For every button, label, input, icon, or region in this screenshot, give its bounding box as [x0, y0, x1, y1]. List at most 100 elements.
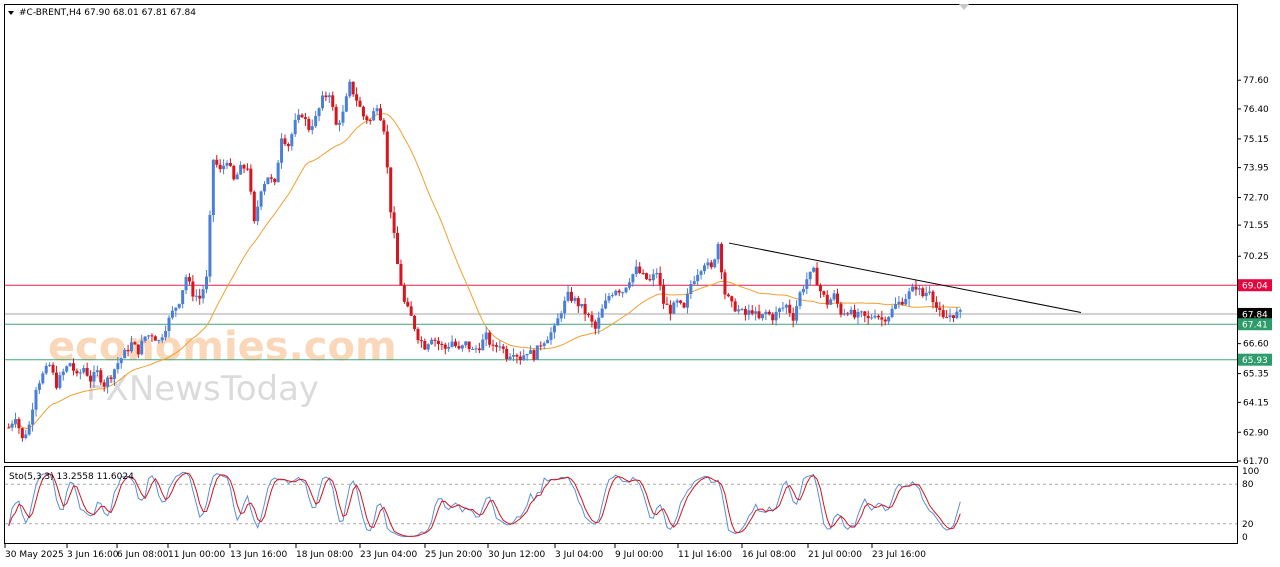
candle-bear [494, 345, 498, 347]
candle-bull [689, 284, 693, 295]
candle-bear [743, 308, 747, 315]
candle-bull [447, 346, 451, 349]
y-tick-label: 70.25 [1243, 252, 1269, 262]
candle-bull [184, 277, 188, 291]
candle-bear [662, 285, 666, 304]
price-chart[interactable]: economies.com FXNewsToday 77.60 76.40 75.1… [0, 0, 1280, 567]
candle-bull [106, 377, 110, 387]
candle-bear [409, 306, 413, 316]
candle-bear [416, 329, 420, 341]
candle-bull [167, 317, 171, 332]
candle-bull [508, 356, 512, 360]
candle-bull [958, 310, 962, 312]
candle-bull [610, 295, 614, 297]
x-tick-label: 23 Jul 16:00 [872, 550, 926, 560]
candle-bull [808, 271, 812, 280]
candle-bull [924, 292, 928, 297]
candle-bear [228, 162, 232, 166]
candle-bear [382, 120, 386, 132]
candle-bull [856, 312, 860, 318]
y-tick-label: 75.15 [1243, 135, 1269, 145]
candle-bull [338, 122, 342, 125]
candle-bull [655, 273, 659, 275]
candle-bull [310, 126, 314, 130]
candle-bull [702, 265, 706, 272]
candle-bull [716, 243, 720, 260]
candle-bull [37, 383, 41, 390]
candle-bull [675, 300, 679, 303]
candle-bull [256, 206, 260, 222]
candle-bull [624, 287, 628, 293]
candle-bear [883, 319, 887, 322]
candle-bull [890, 308, 894, 318]
candle-bear [89, 375, 93, 382]
candle-bull [634, 266, 638, 275]
candle-bear [518, 356, 522, 361]
candle-bear [51, 364, 55, 373]
candle-bull [225, 162, 229, 166]
candle-bull [631, 274, 635, 283]
candle-bull [320, 95, 324, 109]
oscillator-axis: 100 80 20 0 [1242, 467, 1259, 543]
candle-bull [82, 368, 86, 373]
candle-bear [72, 363, 76, 371]
candle-bull [795, 306, 799, 321]
candle-bull [754, 311, 758, 314]
candle-bear [648, 279, 652, 281]
candle-bear [645, 273, 649, 280]
y-tick-label: 71.55 [1243, 221, 1269, 231]
candle-bull [525, 353, 529, 356]
candle-bear [638, 266, 642, 273]
candle-bear [750, 310, 754, 314]
candle-bull [372, 111, 376, 121]
x-tick-label: 11 Jul 16:00 [678, 550, 732, 560]
candle-bear [641, 272, 645, 274]
candle-bear [569, 291, 573, 301]
candle-bear [365, 116, 369, 121]
candle-bear [218, 164, 222, 170]
candle-bull [194, 295, 198, 297]
candle-bull [276, 162, 280, 183]
candle-bear [900, 301, 904, 305]
candle-bull [546, 339, 550, 344]
candle-bull [460, 345, 464, 349]
candle-bull [348, 81, 352, 97]
candle-bull [123, 349, 127, 359]
candle-bull [65, 366, 69, 372]
osc-tick-label: 100 [1242, 467, 1259, 477]
candle-bull [566, 291, 570, 301]
candle-bull [812, 267, 816, 272]
candle-bear [423, 340, 427, 350]
candle-bear [300, 114, 304, 118]
candle-bear [286, 144, 290, 147]
candle-bull [61, 371, 65, 376]
x-tick-label: 21 Jul 00:00 [808, 550, 862, 560]
candle-bull [14, 419, 18, 424]
y-tick-label: 66.60 [1243, 340, 1269, 350]
candle-bear [20, 428, 24, 439]
candle-bear [454, 341, 458, 347]
candle-bear [361, 106, 365, 117]
candle-bull [529, 350, 533, 354]
candle-bull [293, 120, 297, 135]
candle-bull [317, 108, 321, 117]
candle-bull [651, 274, 655, 281]
candle-bull [314, 116, 318, 127]
osc-tick-label: 0 [1242, 533, 1248, 543]
candle-bull [471, 348, 475, 350]
candle-bear [914, 286, 918, 290]
candle-bull [481, 339, 485, 351]
candle-bull [764, 311, 768, 314]
candle-bull [781, 307, 785, 309]
candle-bear [876, 315, 880, 318]
candle-bear [863, 311, 867, 316]
candle-bear [791, 313, 795, 321]
candle-bull [511, 354, 515, 357]
candle-bear [187, 277, 191, 282]
x-axis: 30 May 2025 3 Jun 16:006 Jun 08:00 11 Jun … [4, 544, 926, 560]
candle-bear [815, 267, 819, 286]
candle-bear [198, 295, 202, 299]
x-tick-label: 25 Jun 20:00 [425, 550, 482, 560]
candle-bear [249, 168, 253, 192]
candle-bear [133, 342, 137, 345]
